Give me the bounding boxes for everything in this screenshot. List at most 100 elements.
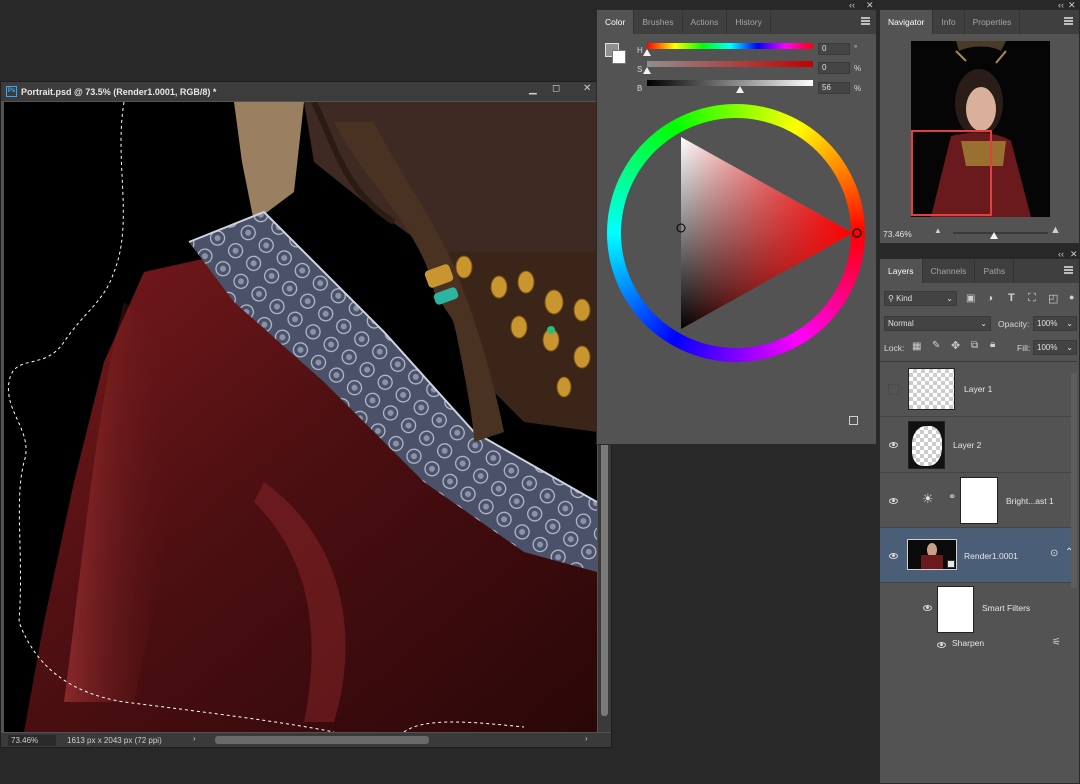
fill-field[interactable]: 100% ⌄: [1033, 340, 1077, 355]
zoom-in-icon[interactable]: ▲: [1050, 224, 1061, 236]
chevron-right-icon[interactable]: ›: [193, 734, 196, 743]
layers-panel-tabs: Layers Channels Paths: [880, 259, 1079, 283]
layer-name: Layer 2: [953, 440, 982, 450]
filter-type-icon[interactable]: T: [1008, 292, 1015, 304]
smart-filter-mask-thumbnail: [937, 586, 974, 633]
filter-toggle-icon[interactable]: ●: [1069, 292, 1074, 302]
scroll-right-icon[interactable]: ›: [585, 734, 588, 743]
tab-color[interactable]: Color: [597, 10, 635, 34]
document-title-bar[interactable]: Ps Portrait.psd @ 73.5% (Render1.0001, R…: [1, 82, 611, 101]
filter-pixel-icon[interactable]: ▣: [966, 293, 975, 304]
smart-object-badge-icon: [947, 560, 955, 568]
layer-thumbnail: [907, 539, 957, 570]
fill-value: 100%: [1037, 343, 1058, 352]
layers-menu-icon[interactable]: [1064, 266, 1073, 274]
color-panel: Color Brushes Actions History H 0 ° S 0 …: [596, 9, 877, 445]
navigator-panel: Navigator Info Properties 73.46% ▲ ▲: [879, 9, 1080, 244]
hue-unit: °: [854, 44, 858, 53]
eye-icon[interactable]: [889, 498, 898, 504]
navigator-zoom-slider[interactable]: [953, 232, 1048, 234]
filter-options-icon[interactable]: ⚟: [1052, 637, 1061, 648]
chevron-down-icon: ⌄: [946, 294, 953, 303]
saturation-slider[interactable]: [647, 61, 813, 67]
color-panel-tabs: Color Brushes Actions History: [597, 10, 876, 34]
smart-filter-icon[interactable]: ⊙: [1050, 548, 1058, 559]
lock-artboard-icon[interactable]: ⧉: [971, 340, 978, 351]
brightness-slider-knob[interactable]: [735, 86, 744, 93]
blend-mode-select[interactable]: Normal ⌄: [884, 316, 991, 331]
layer-thumbnail: [908, 368, 955, 410]
filter-kind-label: Kind: [896, 294, 913, 303]
lock-transparent-icon[interactable]: ▦: [912, 341, 921, 352]
eye-icon[interactable]: [923, 605, 932, 611]
tab-actions[interactable]: Actions: [683, 10, 728, 34]
opacity-value: 100%: [1037, 319, 1058, 328]
layer-row-selected[interactable]: Render1.0001 ⊙ ⌃: [880, 528, 1077, 583]
saturation-value[interactable]: 0: [818, 62, 850, 74]
layer-row[interactable]: Layer 2: [880, 417, 1077, 473]
opacity-field[interactable]: 100% ⌄: [1033, 316, 1077, 331]
layers-panel: Layers Channels Paths ⚲ Kind ⌄ ▣ ◑ T ⛶ ◰…: [879, 258, 1080, 784]
layer-row[interactable]: ☀ ⚭ Bright...ast 1: [880, 473, 1077, 528]
filter-row[interactable]: Sharpen ⚟: [880, 637, 1077, 653]
background-color-swatch[interactable]: [612, 50, 626, 64]
collapse-panels-icon[interactable]: ‹‹: [849, 0, 855, 10]
tab-brushes[interactable]: Brushes: [634, 10, 683, 34]
navigator-zoom-knob[interactable]: [990, 232, 998, 239]
navigator-menu-icon[interactable]: [1064, 17, 1073, 25]
layers-scrollbar[interactable]: [1071, 373, 1077, 588]
chevron-down-icon: ⌄: [980, 319, 987, 328]
layer-name: Bright...ast 1: [1006, 496, 1054, 506]
tab-navigator[interactable]: Navigator: [880, 10, 934, 34]
lock-image-icon[interactable]: ✎: [932, 340, 940, 351]
layer-name: Smart Filters: [982, 603, 1031, 613]
document-window: Ps Portrait.psd @ 73.5% (Render1.0001, R…: [0, 81, 612, 748]
tab-history[interactable]: History: [727, 10, 771, 34]
color-triangle[interactable]: [607, 104, 865, 362]
navigator-zoom[interactable]: 73.46%: [883, 229, 912, 239]
tab-paths[interactable]: Paths: [975, 259, 1015, 283]
tab-layers[interactable]: Layers: [880, 259, 923, 283]
zoom-out-icon[interactable]: ▲: [934, 226, 942, 235]
panel-menu-icon[interactable]: [861, 17, 870, 25]
navigator-panel-tabs: Navigator Info Properties: [880, 10, 1079, 34]
hue-label: H: [637, 46, 643, 55]
image-canvas[interactable]: [4, 102, 597, 732]
minimize-icon[interactable]: ▁: [529, 84, 537, 95]
blend-mode-label: Normal: [888, 319, 914, 328]
layer-row[interactable]: Layer 1: [880, 362, 1077, 417]
horizontal-scroll-thumb[interactable]: [215, 736, 429, 744]
tab-properties[interactable]: Properties: [965, 10, 1021, 34]
brightness-slider[interactable]: [647, 80, 813, 86]
zoom-field[interactable]: 73.46%: [8, 735, 56, 746]
layer-filter-kind[interactable]: ⚲ Kind ⌄: [884, 291, 957, 306]
close-panel-icon[interactable]: ✕: [866, 0, 874, 11]
maximize-icon[interactable]: ◻: [552, 83, 560, 94]
filter-adjustment-icon[interactable]: ◑: [987, 293, 993, 304]
close-right-panel-icon[interactable]: ✕: [1068, 0, 1076, 11]
eye-icon[interactable]: [889, 553, 898, 559]
eye-icon[interactable]: [937, 642, 946, 648]
collapse-right-panels-icon[interactable]: ‹‹: [1058, 0, 1064, 10]
hue-value[interactable]: 0: [818, 43, 850, 55]
hue-slider-knob[interactable]: [643, 49, 651, 56]
lock-position-icon[interactable]: ✥: [951, 339, 960, 352]
layer-name: Render1.0001: [964, 551, 1018, 561]
filter-shape-icon[interactable]: ⛶: [1028, 292, 1036, 305]
saturation-slider-knob[interactable]: [643, 67, 651, 74]
out-of-gamut-icon[interactable]: [849, 416, 858, 425]
eye-icon[interactable]: [889, 442, 898, 448]
brightness-value[interactable]: 56: [818, 82, 850, 94]
thumb-robe: [921, 555, 943, 569]
tab-channels[interactable]: Channels: [923, 259, 976, 283]
lock-all-icon[interactable]: 🔒︎: [990, 339, 995, 350]
hue-slider[interactable]: [647, 43, 813, 49]
visibility-toggle-off[interactable]: [888, 384, 899, 395]
tab-info[interactable]: Info: [933, 10, 965, 34]
navigator-view-rectangle[interactable]: [911, 130, 992, 216]
status-bar: 73.46% 1613 px x 2043 px (72 ppi) › ›: [1, 733, 611, 747]
layer-row[interactable]: Smart Filters: [880, 583, 1077, 637]
filter-smart-object-icon[interactable]: ◰: [1048, 292, 1058, 305]
close-icon[interactable]: ✕: [583, 83, 591, 94]
link-icon[interactable]: ⚭: [948, 492, 956, 503]
